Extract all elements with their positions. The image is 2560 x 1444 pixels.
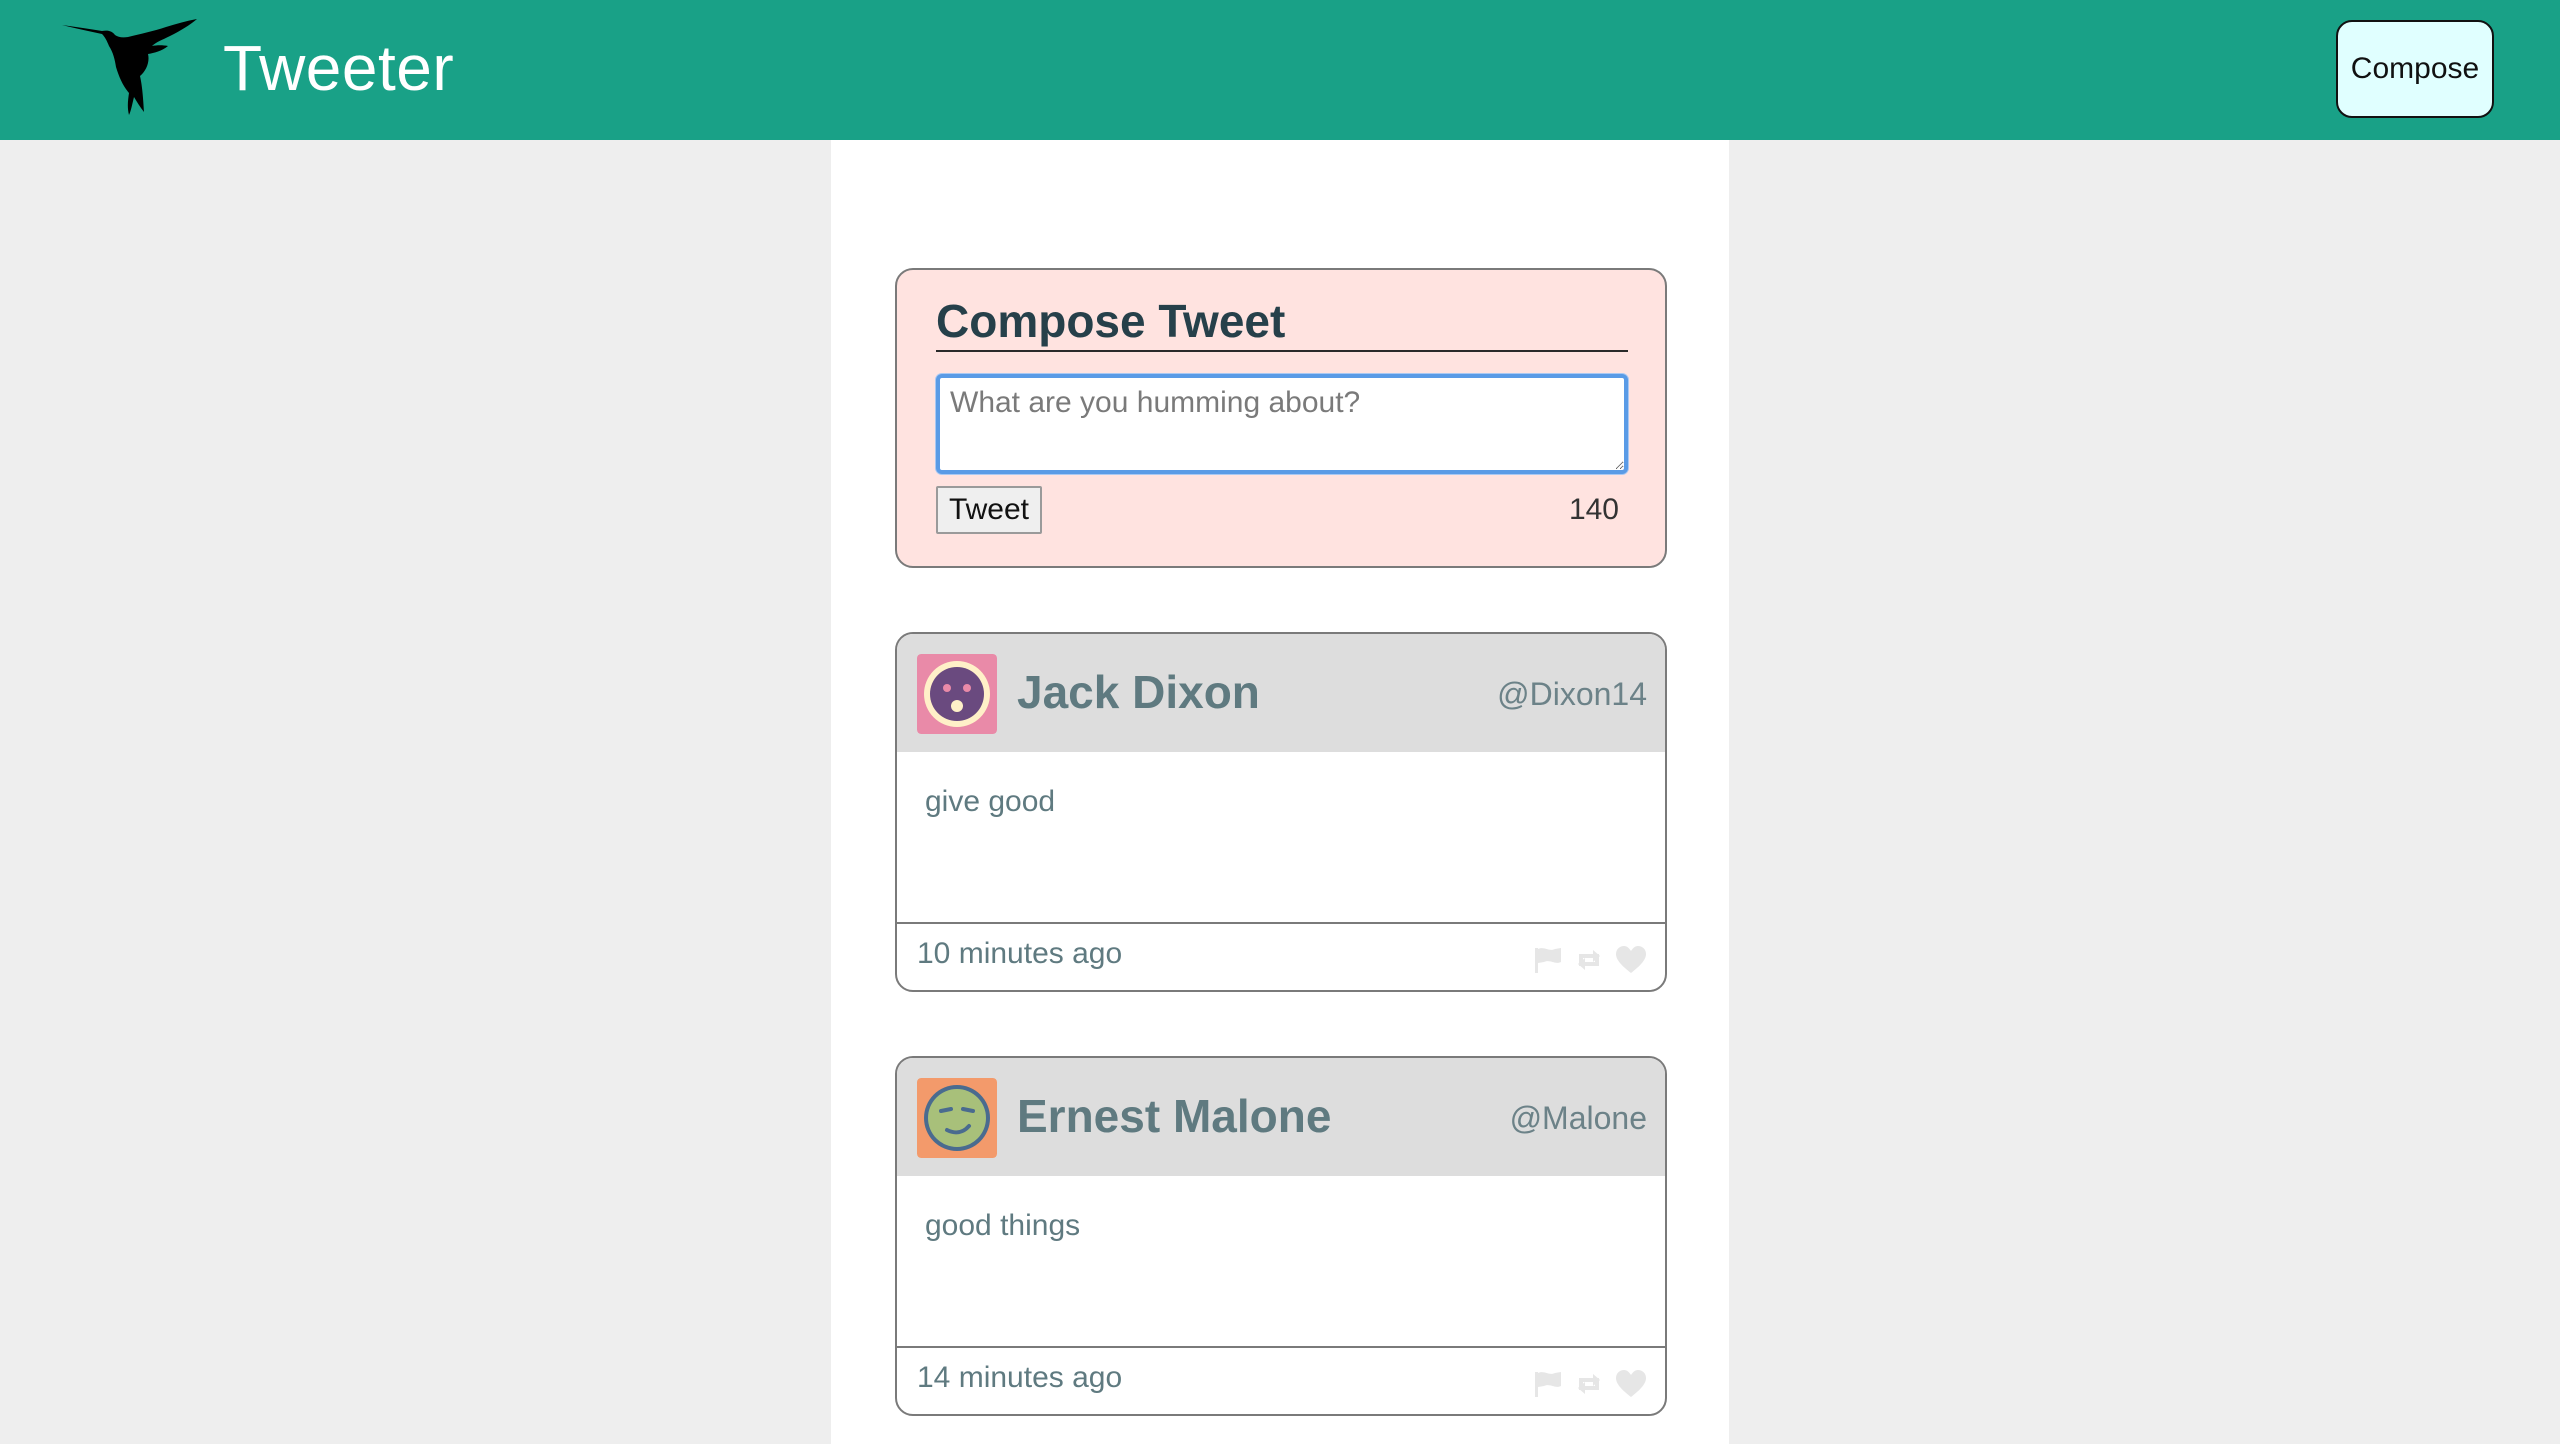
flag-icon[interactable] bbox=[1533, 946, 1563, 974]
hummingbird-icon[interactable] bbox=[62, 16, 207, 116]
tweet-author-handle: @Dixon14 bbox=[1497, 676, 1647, 712]
tweet-card: Ernest Malone @Malone good things 14 min… bbox=[895, 1056, 1667, 1416]
retweet-icon[interactable] bbox=[1573, 946, 1605, 974]
heart-icon[interactable] bbox=[1615, 946, 1647, 974]
flag-icon[interactable] bbox=[1533, 1370, 1563, 1398]
compose-title: Compose Tweet bbox=[936, 294, 1628, 352]
tweet-footer: 14 minutes ago bbox=[897, 1346, 1665, 1414]
tweet-text-input[interactable] bbox=[936, 374, 1628, 474]
tweet-actions bbox=[1533, 1370, 1647, 1398]
compose-toggle-button[interactable]: Compose bbox=[2336, 20, 2494, 118]
tweet-header: Jack Dixon @Dixon14 bbox=[897, 634, 1665, 752]
tweet-timestamp: 14 minutes ago bbox=[917, 1361, 1123, 1394]
tweet-card: Jack Dixon @Dixon14 give good 10 minutes… bbox=[895, 632, 1667, 992]
tweet-submit-button[interactable]: Tweet bbox=[936, 486, 1042, 534]
retweet-icon[interactable] bbox=[1573, 1370, 1605, 1398]
main-container: Compose Tweet Tweet 140 Jack Dixon @Dixo… bbox=[831, 140, 1729, 1444]
tweet-timestamp: 10 minutes ago bbox=[917, 937, 1123, 970]
tweet-actions bbox=[1533, 946, 1647, 974]
smirk-face-icon bbox=[917, 1078, 997, 1158]
tweet-author-name: Ernest Malone bbox=[1017, 1090, 1332, 1142]
tweet-content: give good bbox=[925, 785, 1056, 818]
surprised-face-icon bbox=[917, 654, 997, 734]
heart-icon[interactable] bbox=[1615, 1370, 1647, 1398]
tweet-footer: 10 minutes ago bbox=[897, 922, 1665, 990]
compose-tweet-section: Compose Tweet Tweet 140 bbox=[895, 268, 1667, 568]
character-counter: 140 bbox=[1568, 493, 1619, 526]
tweet-author-name: Jack Dixon bbox=[1017, 666, 1260, 718]
tweet-header: Ernest Malone @Malone bbox=[897, 1058, 1665, 1176]
tweet-content: good things bbox=[925, 1209, 1081, 1242]
navbar: Tweeter Compose bbox=[0, 0, 2560, 140]
brand-title: Tweeter bbox=[223, 32, 455, 104]
tweet-author-handle: @Malone bbox=[1509, 1100, 1647, 1136]
